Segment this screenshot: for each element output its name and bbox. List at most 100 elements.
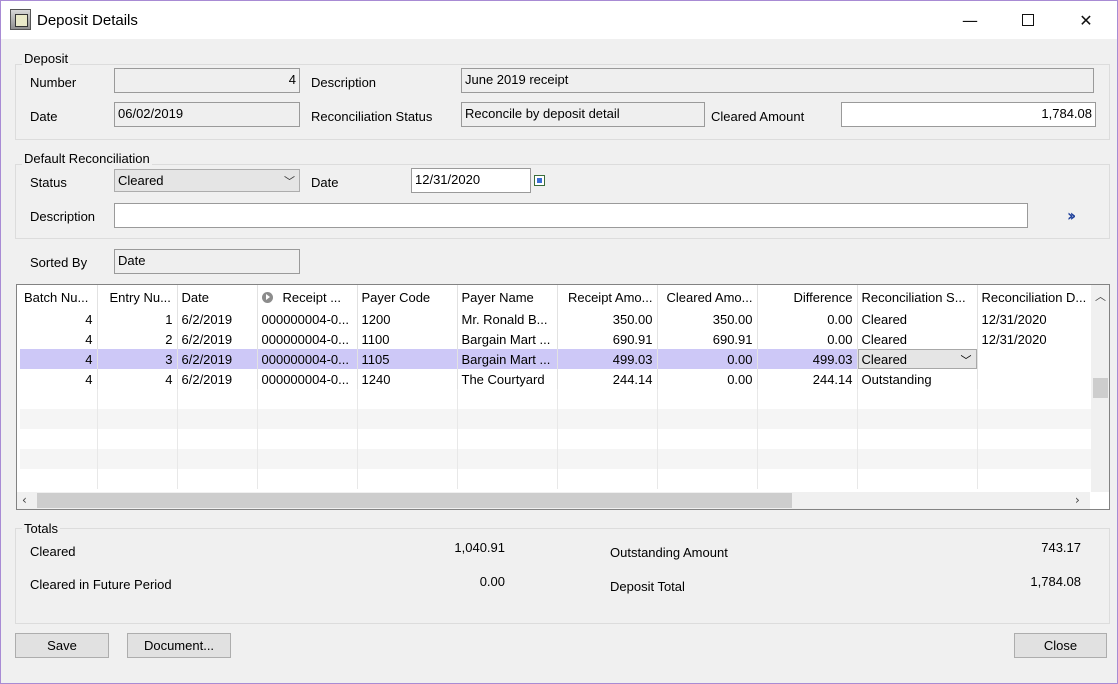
cell-date[interactable]: 6/2/2019 (177, 329, 258, 349)
table-row-selected[interactable]: 4 3 6/2/2019 000000004-0... 1105 Bargain… (20, 349, 1092, 369)
apply-defaults-icon[interactable]: ›› (1067, 206, 1076, 225)
cell-receipt-amount[interactable]: 350.00 (557, 309, 658, 329)
description-label: Description (311, 75, 377, 90)
horizontal-scrollbar[interactable]: ‹ › (17, 492, 1090, 509)
cell-receipt[interactable]: 000000004-0... (257, 309, 358, 329)
cell-date[interactable]: 6/2/2019 (177, 349, 258, 369)
calendar-icon[interactable] (534, 175, 545, 186)
cell-date[interactable]: 6/2/2019 (177, 369, 258, 389)
cell-cleared-amount[interactable]: 0.00 (657, 369, 758, 389)
number-field[interactable]: 4 (114, 68, 300, 93)
column-header-difference[interactable]: Difference (757, 285, 858, 309)
empty-row (20, 469, 1092, 489)
cell-receipt[interactable]: 000000004-0... (257, 369, 358, 389)
cell-reconciliation-status[interactable]: Outstanding (857, 369, 978, 389)
default-date-field[interactable]: 12/31/2020 (411, 168, 531, 193)
cell-entry-number[interactable]: 4 (97, 369, 178, 389)
cell-payer-name[interactable]: Bargain Mart ... (457, 329, 558, 349)
save-button[interactable]: Save (15, 633, 109, 658)
reconciliation-status-dropdown[interactable]: Cleared ﹀ (857, 349, 976, 369)
date-field[interactable]: 06/02/2019 (114, 102, 300, 127)
cell-batch-number[interactable]: 4 (20, 349, 98, 369)
status-dropdown[interactable]: Cleared ﹀ (114, 169, 300, 192)
detail-table: Batch Nu... Entry Nu... Date Receipt ...… (20, 285, 1092, 489)
maximize-button[interactable] (1005, 1, 1051, 39)
cell-date[interactable]: 6/2/2019 (177, 309, 258, 329)
cleared-amount-field[interactable]: 1,784.08 (841, 102, 1096, 127)
status-dropdown-value: Cleared (118, 173, 164, 188)
column-header-entry-number[interactable]: Entry Nu... (97, 285, 178, 309)
cell-receipt-amount[interactable]: 244.14 (557, 369, 658, 389)
cell-reconciliation-date[interactable] (977, 369, 1092, 389)
cell-payer-name[interactable]: Mr. Ronald B... (457, 309, 558, 329)
close-window-button[interactable]: ✕ (1063, 1, 1109, 39)
column-header-receipt-label: Receipt ... (282, 289, 342, 305)
chevron-down-icon: ﹀ (960, 354, 972, 367)
empty-row (20, 449, 1092, 469)
scroll-right-icon[interactable]: › (1075, 493, 1080, 507)
totals-future-label: Cleared in Future Period (30, 577, 172, 592)
close-button[interactable]: Close (1014, 633, 1107, 658)
totals-outstanding-label: Outstanding Amount (610, 545, 728, 560)
cell-difference[interactable]: 244.14 (757, 369, 858, 389)
cell-payer-code[interactable]: 1240 (357, 369, 458, 389)
vertical-scrollbar[interactable]: ︿ (1091, 285, 1109, 492)
cell-payer-code[interactable]: 1200 (357, 309, 458, 329)
deposit-group-label: Deposit (22, 51, 71, 66)
column-header-receipt-amount[interactable]: Receipt Amo... (557, 285, 658, 309)
document-button[interactable]: Document... (127, 633, 231, 658)
table-row[interactable]: 4 4 6/2/2019 000000004-0... 1240 The Cou… (20, 369, 1092, 389)
window-title: Deposit Details (37, 12, 138, 29)
reconciliation-status-label: Reconciliation Status (311, 109, 433, 124)
cell-payer-code[interactable]: 1105 (357, 349, 458, 369)
cleared-amount-label: Cleared Amount (711, 109, 805, 124)
default-description-field[interactable] (114, 203, 1028, 228)
column-header-cleared-amount[interactable]: Cleared Amo... (657, 285, 758, 309)
cell-difference[interactable]: 0.00 (757, 309, 858, 329)
cell-batch-number[interactable]: 4 (20, 329, 98, 349)
cell-batch-number[interactable]: 4 (20, 309, 98, 329)
table-row[interactable]: 4 1 6/2/2019 000000004-0... 1200 Mr. Ron… (20, 309, 1092, 329)
cell-receipt-amount[interactable]: 499.03 (557, 349, 658, 369)
cell-payer-code[interactable]: 1100 (357, 329, 458, 349)
cell-entry-number[interactable]: 2 (97, 329, 178, 349)
reconciliation-status-dropdown-value: Cleared (861, 352, 908, 367)
cell-entry-number[interactable]: 3 (97, 349, 178, 369)
date-label: Date (30, 109, 58, 124)
cell-difference[interactable]: 499.03 (757, 349, 858, 369)
cell-difference[interactable]: 0.00 (757, 329, 858, 349)
cell-entry-number[interactable]: 1 (97, 309, 178, 329)
column-header-receipt[interactable]: Receipt ... (257, 285, 358, 309)
cell-reconciliation-date[interactable]: 12/31/2020 (977, 309, 1092, 329)
cell-reconciliation-date[interactable]: 12/31/2020 (977, 329, 1092, 349)
cell-cleared-amount[interactable]: 350.00 (657, 309, 758, 329)
cell-receipt[interactable]: 000000004-0... (257, 349, 358, 369)
column-header-payer-code[interactable]: Payer Code (357, 285, 458, 309)
column-header-batch-number[interactable]: Batch Nu... (20, 285, 98, 309)
cell-cleared-amount[interactable]: 690.91 (657, 329, 758, 349)
table-row[interactable]: 4 2 6/2/2019 000000004-0... 1100 Bargain… (20, 329, 1092, 349)
reconciliation-status-field[interactable]: Reconcile by deposit detail (461, 102, 705, 127)
minimize-button[interactable]: — (947, 1, 993, 39)
title-bar[interactable]: Deposit Details — ✕ (1, 1, 1117, 39)
cell-reconciliation-date[interactable] (977, 349, 1092, 369)
cell-payer-name[interactable]: Bargain Mart ... (457, 349, 558, 369)
cell-reconciliation-status[interactable]: Cleared (857, 329, 978, 349)
horizontal-scroll-thumb[interactable] (37, 493, 792, 508)
cell-batch-number[interactable]: 4 (20, 369, 98, 389)
description-field[interactable]: June 2019 receipt (461, 68, 1094, 93)
vertical-scroll-thumb[interactable] (1093, 378, 1108, 398)
cell-reconciliation-status[interactable]: Cleared ﹀ (857, 349, 978, 369)
cell-reconciliation-status[interactable]: Cleared (857, 309, 978, 329)
column-header-date[interactable]: Date (177, 285, 258, 309)
scroll-left-icon[interactable]: ‹ (22, 493, 27, 507)
cell-receipt[interactable]: 000000004-0... (257, 329, 358, 349)
cell-receipt-amount[interactable]: 690.91 (557, 329, 658, 349)
sorted-by-field[interactable]: Date (114, 249, 300, 274)
column-header-reconciliation-status[interactable]: Reconciliation S... (857, 285, 978, 309)
cell-cleared-amount[interactable]: 0.00 (657, 349, 758, 369)
column-header-reconciliation-date[interactable]: Reconciliation D... (977, 285, 1092, 309)
column-header-payer-name[interactable]: Payer Name (457, 285, 558, 309)
scroll-up-icon[interactable]: ︿ (1095, 288, 1106, 304)
cell-payer-name[interactable]: The Courtyard (457, 369, 558, 389)
